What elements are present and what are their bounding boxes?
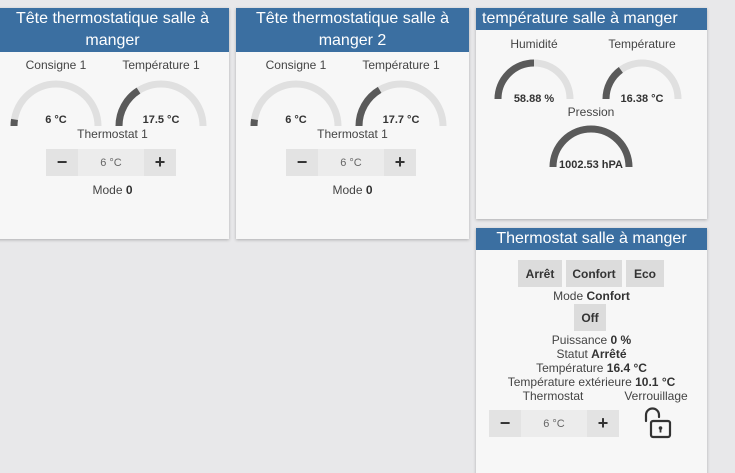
gauge-value: 58.88 % <box>513 93 555 105</box>
off-button[interactable]: Off <box>574 304 606 331</box>
increase-button[interactable]: + <box>144 149 176 176</box>
gauge-label: Consigne 1 <box>25 58 87 72</box>
humidity-gauge: Humidité 58.88 % <box>489 37 579 107</box>
mode-label: Mode <box>92 183 123 197</box>
gauge-label: Consigne 1 <box>265 58 327 72</box>
mode-line: Mode 0 <box>236 183 469 197</box>
thermostat-card: Thermostat salle à manger Arrêt Confort … <box>476 228 707 473</box>
mode-line: Mode 0 <box>0 183 229 197</box>
temperature-value: 16.4 °C <box>606 361 647 375</box>
mode-comfort-button[interactable]: Confort <box>566 260 622 287</box>
card-title: température salle à manger <box>476 8 707 30</box>
exterior-temperature-line: Température extérieure 10.1 °C <box>476 375 707 389</box>
consigne-gauge: Consigne 1 6 °C <box>6 58 106 128</box>
mode-value: 0 <box>125 183 133 197</box>
decrease-button[interactable]: − <box>489 410 521 437</box>
thermostat-head-card-1: Tête thermostatique salle à manger Consi… <box>0 8 229 239</box>
temperature-line: Température 16.4 °C <box>476 361 707 375</box>
setpoint-stepper: − 6 °C + <box>46 149 176 176</box>
mode-eco-button[interactable]: Eco <box>626 260 664 287</box>
exterior-temperature-value: 10.1 °C <box>635 375 676 389</box>
decrease-button[interactable]: − <box>46 149 78 176</box>
lock-label: Verrouillage <box>624 389 688 403</box>
mode-value: Confort <box>586 289 630 303</box>
thermostat-head-card-2: Tête thermostatique salle à manger 2 Con… <box>236 8 469 239</box>
gauge-label: Humidité <box>510 37 558 51</box>
setpoint-stepper: − 6 °C + <box>489 410 619 437</box>
temperature-gauge: Température 16.38 °C <box>597 37 687 107</box>
thermostat-label: Thermostat <box>522 389 584 403</box>
mode-off-button[interactable]: Arrêt <box>518 260 562 287</box>
exterior-temperature-label: Température extérieure <box>507 375 632 389</box>
thermostat-label: Thermostat 1 <box>77 127 148 141</box>
gauge-value: 17.5 °C <box>142 114 180 126</box>
status-line: Statut Arrêté <box>476 347 707 361</box>
gauge-label: Température <box>608 37 676 51</box>
mode-label: Mode <box>553 289 584 303</box>
setpoint-value: 6 °C <box>521 410 587 437</box>
gauge-value: 6 °C <box>45 114 67 126</box>
temperature-label: Température <box>536 361 604 375</box>
sensor-card: température salle à manger Humidité 58.8… <box>476 8 707 219</box>
temperature-gauge: Température 1 17.7 °C <box>351 58 451 128</box>
mode-value: 0 <box>365 183 373 197</box>
gauge-label: Pression <box>567 105 615 119</box>
status-value: Arrêté <box>591 347 627 361</box>
power-value: 0 % <box>610 333 632 347</box>
gauge-value: 16.38 °C <box>620 93 664 105</box>
gauge-value: 17.7 °C <box>382 114 420 126</box>
gauge-value: 1002.53 hPA <box>558 159 623 171</box>
card-title: Tête thermostatique salle à manger 2 <box>236 8 469 52</box>
pressure-gauge: Pression 1002.53 hPA <box>543 105 639 175</box>
gauge-label: Température 1 <box>362 58 440 72</box>
unlocked-padlock-icon[interactable] <box>640 406 674 440</box>
mode-label: Mode <box>332 183 363 197</box>
gauge-label: Température 1 <box>122 58 200 72</box>
temperature-gauge: Température 1 17.5 °C <box>111 58 211 128</box>
mode-line: Mode Confort <box>476 289 707 303</box>
power-line: Puissance 0 % <box>476 333 707 347</box>
increase-button[interactable]: + <box>384 149 416 176</box>
status-label: Statut <box>556 347 588 361</box>
setpoint-stepper: − 6 °C + <box>286 149 416 176</box>
setpoint-value: 6 °C <box>78 149 144 176</box>
increase-button[interactable]: + <box>587 410 619 437</box>
card-title: Thermostat salle à manger <box>476 228 707 250</box>
power-label: Puissance <box>551 333 608 347</box>
gauge-value: 6 °C <box>285 114 307 126</box>
consigne-gauge: Consigne 1 6 °C <box>246 58 346 128</box>
setpoint-value: 6 °C <box>318 149 384 176</box>
decrease-button[interactable]: − <box>286 149 318 176</box>
thermostat-label: Thermostat 1 <box>317 127 388 141</box>
card-title: Tête thermostatique salle à manger <box>0 8 229 52</box>
